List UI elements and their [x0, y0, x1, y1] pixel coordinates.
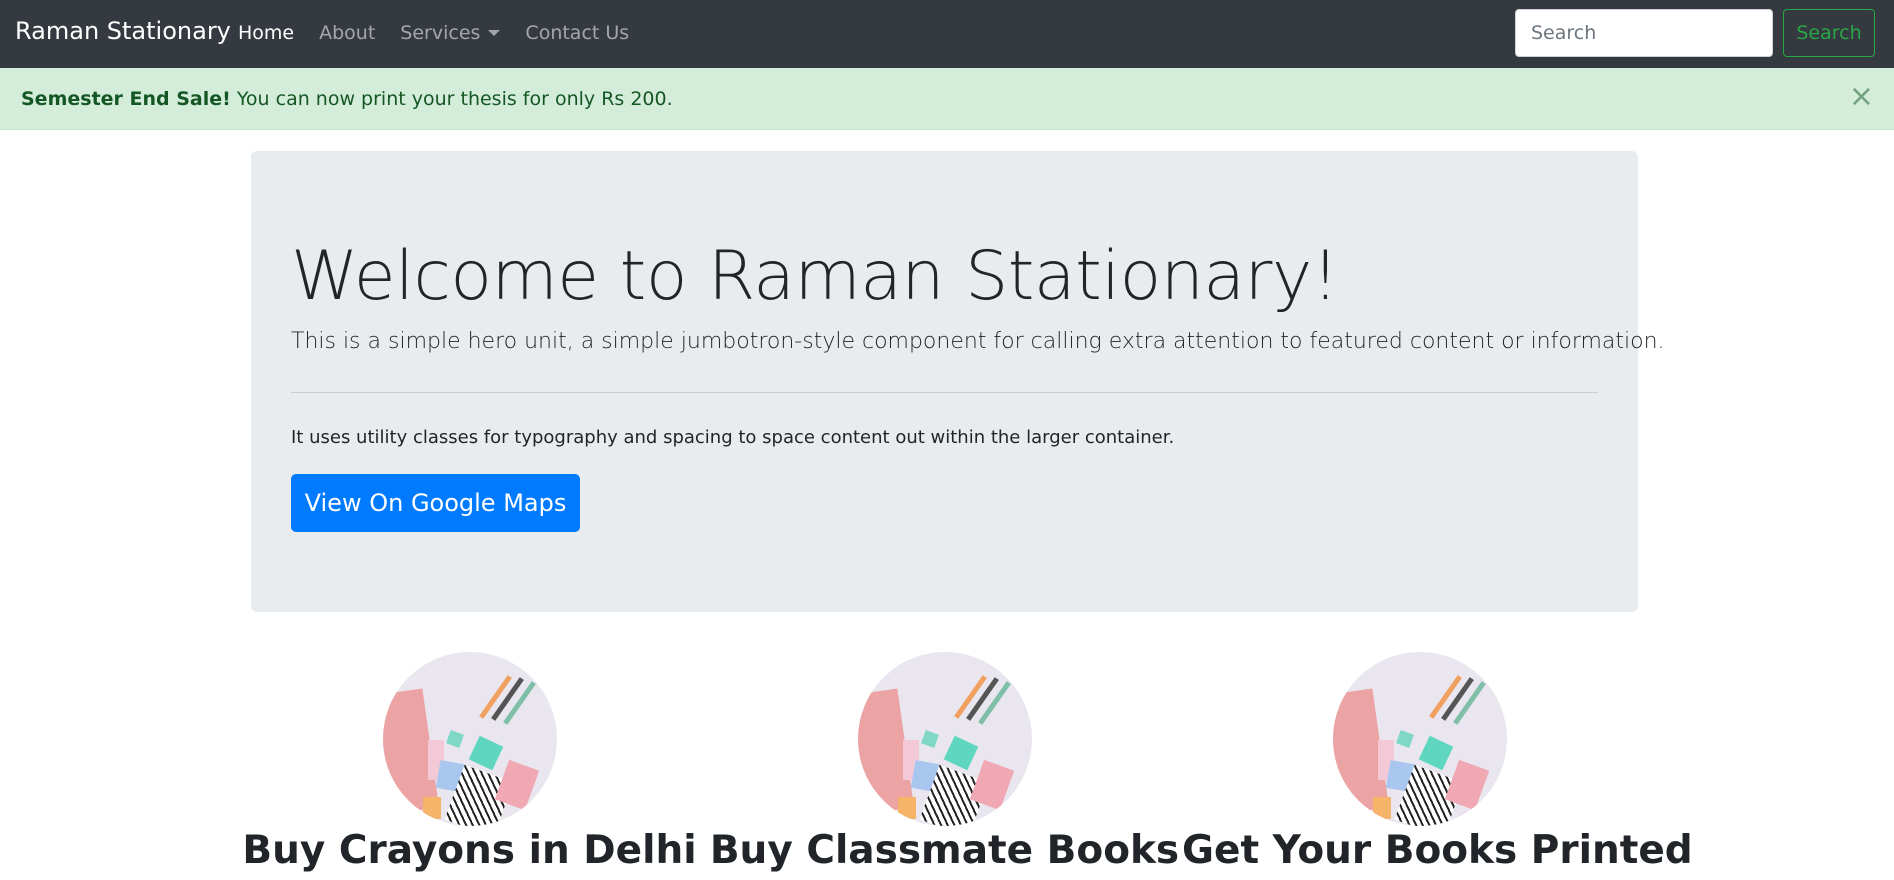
- nav-link-about[interactable]: About: [319, 22, 375, 44]
- nav-link-services-label: Services: [400, 22, 481, 44]
- page-title: Welcome to Raman Stationary!: [291, 237, 1339, 316]
- search-button[interactable]: Search: [1783, 9, 1875, 57]
- feature-title: Get Your Books Printed: [1182, 828, 1693, 873]
- alert-body: You can now print your thesis for only R…: [230, 88, 673, 110]
- brand-logo[interactable]: Raman Stationary: [15, 17, 231, 45]
- jumbotron-lead: This is a simple hero unit, a simple jum…: [291, 329, 1665, 354]
- caret-down-icon: [488, 30, 501, 36]
- feature-title: Buy Crayons in Delhi: [242, 828, 697, 873]
- feature-title: Buy Classmate Books: [709, 828, 1180, 873]
- stationery-image: [382, 652, 557, 826]
- feature-classmate-books: Buy Classmate Books: [707, 652, 1182, 873]
- alert-strong: Semester End Sale!: [21, 88, 231, 110]
- view-on-google-maps-button[interactable]: View On Google Maps: [291, 474, 580, 532]
- feature-books-printed: Get Your Books Printed: [1182, 652, 1693, 873]
- nav-links: Home About Services Contact Us: [238, 22, 654, 44]
- alert-message: Semester End Sale! You can now print you…: [21, 88, 673, 110]
- nav-link-contact[interactable]: Contact Us: [525, 22, 629, 44]
- jumbotron-text: It uses utility classes for typography a…: [291, 427, 1175, 448]
- stationery-image: [1332, 652, 1507, 826]
- divider: [291, 392, 1598, 393]
- feature-crayons: Buy Crayons in Delhi: [232, 652, 707, 873]
- sale-alert: Semester End Sale! You can now print you…: [0, 68, 1894, 130]
- stationery-image: [857, 652, 1032, 826]
- nav-link-home[interactable]: Home: [238, 22, 294, 44]
- close-icon[interactable]: ×: [1849, 82, 1874, 112]
- navbar: Raman Stationary Home About Services Con…: [0, 0, 1894, 68]
- jumbotron: Welcome to Raman Stationary! This is a s…: [251, 151, 1665, 612]
- search-input[interactable]: [1515, 9, 1773, 57]
- nav-link-services[interactable]: Services: [400, 22, 501, 44]
